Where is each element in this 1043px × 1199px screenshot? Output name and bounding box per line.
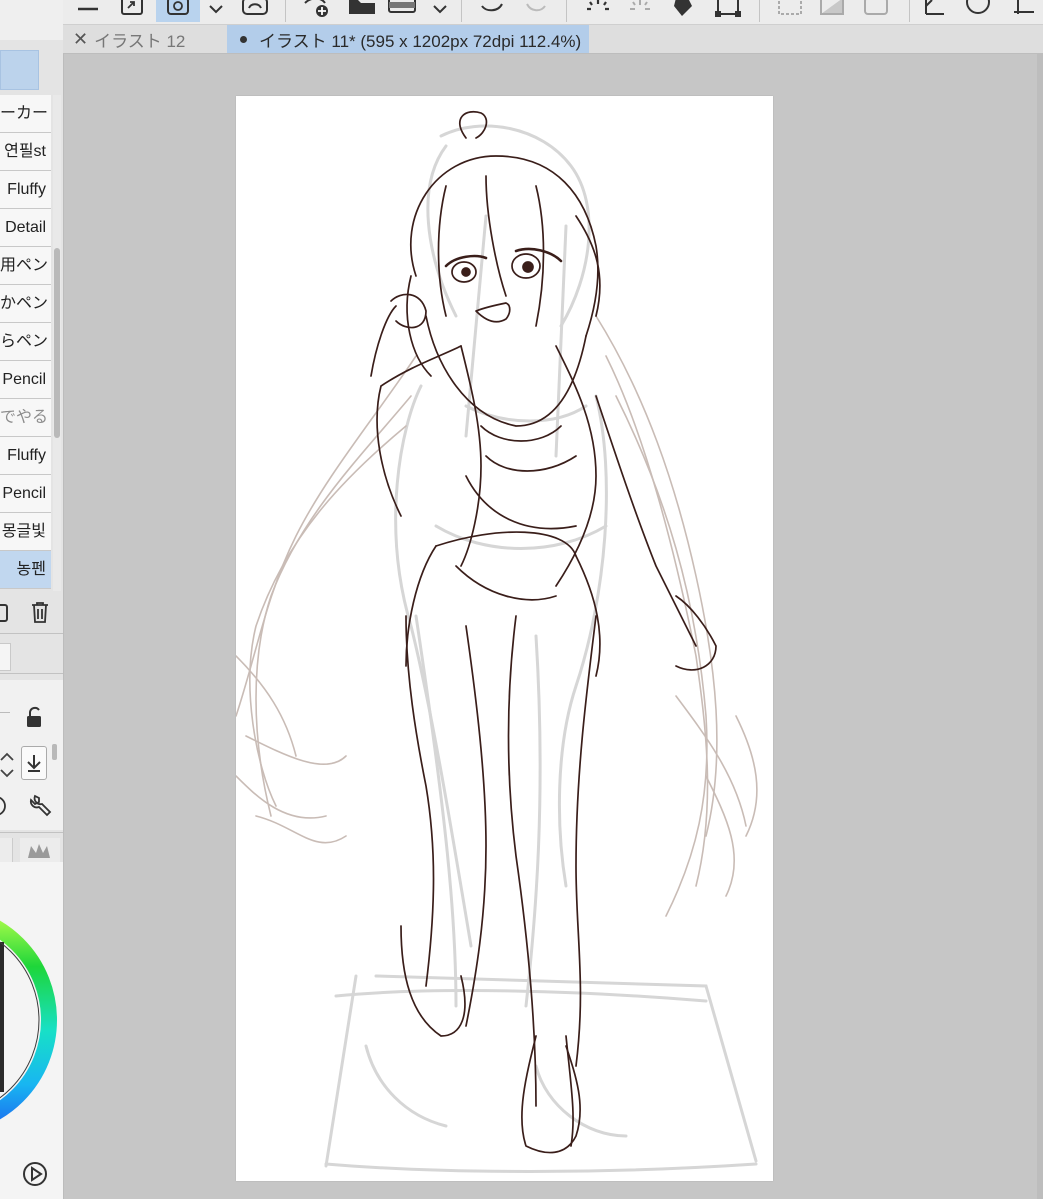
lasso-icon[interactable] [239, 0, 273, 22]
sketch-artwork [236, 110, 758, 1173]
brush-item[interactable]: でやる [0, 399, 51, 437]
export-icon[interactable] [119, 0, 145, 22]
brush-category-tab[interactable] [0, 50, 39, 90]
frame-icon[interactable] [859, 0, 893, 22]
brush-list-scroll-thumb[interactable] [54, 248, 60, 438]
brush-item[interactable]: ーカー [0, 95, 51, 133]
trash-icon[interactable] [29, 600, 51, 629]
brush-item[interactable]: 몽글빛 [0, 513, 51, 551]
dropdown-icon[interactable] [204, 0, 228, 22]
add-layer-icon[interactable] [300, 0, 334, 22]
stepper-icon[interactable] [0, 748, 14, 787]
brush-item[interactable]: Pencil [0, 361, 51, 399]
menu-icon[interactable] [75, 0, 101, 22]
brush-item[interactable]: 用ペン [0, 247, 51, 285]
unsaved-dot-icon [240, 35, 247, 43]
color-wheel-panel [0, 862, 63, 1199]
sparkle-icon[interactable] [623, 0, 657, 22]
panel-header [0, 0, 63, 40]
property-scroll-thumb[interactable] [52, 744, 57, 760]
brush-item[interactable]: Pencil [0, 475, 51, 513]
gradient-icon[interactable] [815, 0, 849, 22]
brush-item[interactable]: 연필st [0, 133, 51, 171]
perspective-icon[interactable] [1009, 0, 1039, 22]
transform-button[interactable] [156, 0, 200, 22]
dropdown-icon[interactable] [428, 0, 452, 22]
fill-layer-icon[interactable] [385, 0, 419, 22]
tab-illust-11[interactable]: イラスト 11* (595 x 1202px 72dpi 112.4%) [227, 25, 589, 53]
circle-icon[interactable] [961, 0, 995, 22]
fill-bucket-icon[interactable] [667, 0, 701, 22]
document-tab-bar: ✕ イラスト 12 イラスト 11* (595 x 1202px 72dpi 1… [63, 25, 1043, 54]
tab-illust-12[interactable]: ✕ イラスト 12 [63, 25, 223, 53]
lock-icon[interactable] [24, 706, 44, 733]
brush-item[interactable]: かペン [0, 285, 51, 323]
color-wheel[interactable] [0, 862, 63, 1199]
play-icon[interactable] [22, 1161, 48, 1192]
tab-label: イラスト 11* (595 x 1202px 72dpi 112.4%) [259, 31, 582, 51]
wrench-icon[interactable] [28, 793, 54, 824]
undo-icon[interactable] [476, 0, 510, 22]
brush-panel: ーカー 연필st Fluffy Detail 用ペン かペン らペン Pencil でやる Flu… [0, 0, 64, 1199]
download-icon[interactable] [21, 746, 47, 780]
color-tab-crown[interactable] [20, 838, 60, 862]
brush-item[interactable]: Detail [0, 209, 51, 247]
transform-icon [167, 0, 189, 15]
brush-item[interactable]: Fluffy [0, 171, 51, 209]
loading-spinner-icon[interactable] [581, 0, 615, 22]
top-toolbar [63, 0, 1043, 25]
property-tab[interactable] [0, 643, 11, 671]
redo-icon[interactable] [519, 0, 553, 22]
crop-icon[interactable] [711, 0, 745, 22]
new-brush-icon[interactable] [0, 602, 10, 629]
canvas-scroll-edge [1037, 54, 1043, 1199]
circle-tool-icon[interactable] [0, 794, 10, 823]
brush-item[interactable]: 농펜 [0, 551, 51, 589]
folder-icon[interactable] [345, 0, 379, 22]
drawing-canvas[interactable] [236, 96, 773, 1181]
brush-list: ーカー 연필st Fluffy Detail 用ペン かペン らペン Pencil でやる Flu… [0, 95, 51, 591]
close-icon[interactable]: ✕ [73, 29, 88, 50]
brush-item[interactable]: らペン [0, 323, 51, 361]
tab-label: イラスト 12 [94, 31, 186, 51]
brush-item[interactable]: Fluffy [0, 437, 51, 475]
select-icon[interactable] [773, 0, 807, 22]
ruler-icon[interactable] [920, 0, 950, 22]
color-tab[interactable] [0, 838, 13, 862]
